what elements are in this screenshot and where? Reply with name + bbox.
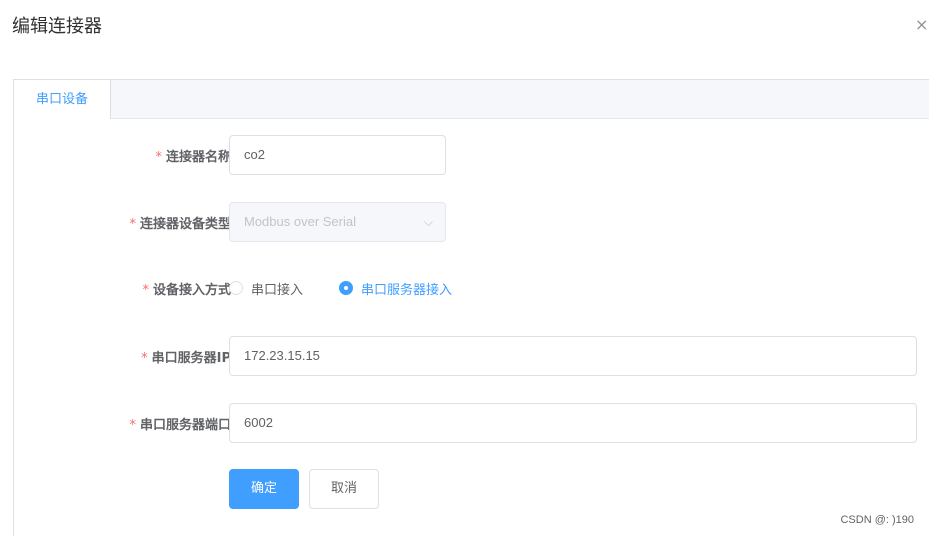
device-type-select[interactable]: Modbus over Serial ⌵ xyxy=(229,202,446,242)
required-mark: * xyxy=(141,351,148,366)
watermark: CSDN @: )190 xyxy=(840,514,914,526)
server-ip-input[interactable]: 172.23.15.15 xyxy=(229,336,917,376)
required-mark: * xyxy=(129,217,136,232)
dialog-title: 编辑连接器 xyxy=(12,16,102,37)
radio-circle-checked-icon xyxy=(339,280,353,295)
access-mode-label: * 设备接入方式 xyxy=(142,283,231,298)
chevron-down-icon: ⌵ xyxy=(423,215,433,229)
server-ip-label: * 串口服务器IP xyxy=(141,351,231,366)
close-icon[interactable]: × xyxy=(915,14,929,36)
required-mark: * xyxy=(142,283,149,298)
tabs-header: 串口设备 xyxy=(13,79,929,119)
server-port-input[interactable]: 6002 xyxy=(229,403,917,443)
connector-name-label: * 连接器名称 xyxy=(155,150,231,165)
tab-serial-device[interactable]: 串口设备 xyxy=(13,79,111,119)
radio-circle-icon xyxy=(229,280,243,295)
server-port-label: * 串口服务器端口 xyxy=(129,418,231,433)
tabs-card: 串口设备 * 连接器名称 co2 * 连接器设备类型 Modbus over Ser… xyxy=(13,79,929,536)
radio-serial-server-access[interactable]: 串口服务器接入 xyxy=(339,279,452,298)
required-mark: * xyxy=(129,418,136,433)
connector-name-input[interactable]: co2 xyxy=(229,135,446,175)
device-type-label: * 连接器设备类型 xyxy=(129,217,231,232)
required-mark: * xyxy=(155,150,162,165)
radio-serial-access[interactable]: 串口接入 xyxy=(229,279,303,298)
edit-connector-dialog: 编辑连接器 × 串口设备 * 连接器名称 co2 * 连接器设备类型 Modbus … xyxy=(0,0,929,536)
cancel-button[interactable]: 取消 xyxy=(309,469,379,509)
device-type-value: Modbus over Serial xyxy=(244,214,356,229)
confirm-button[interactable]: 确定 xyxy=(229,469,299,509)
